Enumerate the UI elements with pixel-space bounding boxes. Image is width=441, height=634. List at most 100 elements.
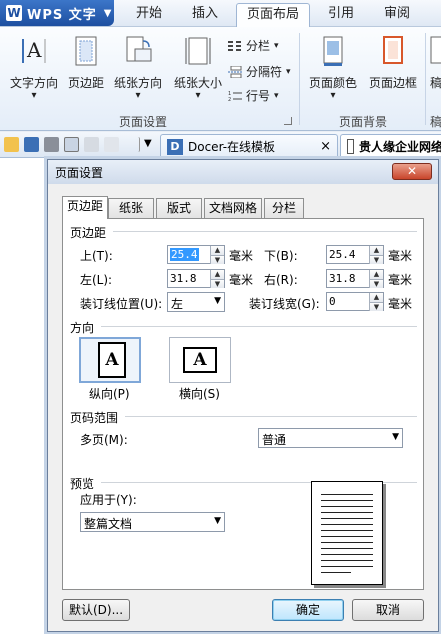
text-direction-label: 文字方向 bbox=[9, 76, 58, 90]
bottom-margin-value: 25.4 bbox=[329, 248, 356, 261]
paper-orientation-button[interactable]: 纸张方向 ▾ bbox=[110, 35, 166, 101]
svg-text:2: 2 bbox=[228, 97, 231, 102]
chevron-down-icon: ▼ bbox=[214, 296, 221, 306]
section-divider bbox=[101, 326, 417, 327]
chevron-down-icon: ▾ bbox=[195, 90, 201, 101]
customize-dropdown-icon[interactable]: ▼ bbox=[144, 138, 152, 149]
wps-app-menu-button[interactable]: W WPS 文字 ▼ bbox=[0, 0, 114, 26]
tab-references[interactable]: 引用 bbox=[316, 3, 366, 27]
tab-home[interactable]: 开始 bbox=[124, 3, 174, 27]
spin-up-icon[interactable]: ▲ bbox=[210, 270, 224, 279]
multiple-pages-select[interactable]: 普通 ▼ bbox=[258, 428, 403, 448]
open-folder-icon[interactable] bbox=[4, 137, 19, 152]
spin-down-icon[interactable]: ▼ bbox=[210, 255, 224, 264]
close-tab-icon[interactable]: × bbox=[320, 139, 331, 154]
manuscript-button[interactable]: 稿 bbox=[429, 35, 441, 91]
page-border-icon bbox=[383, 36, 403, 64]
gutter-width-input[interactable]: 0 ▲ ▼ bbox=[326, 292, 384, 311]
tab-paper[interactable]: 纸张 bbox=[108, 198, 154, 218]
tab-margins[interactable]: 页边距 bbox=[62, 196, 108, 219]
page-setup-dialog: 页面设置 ✕ 页边距 纸张 版式 文档网格 分栏 页边距 上(T): 25.4 … bbox=[47, 159, 439, 632]
toolbar-separator bbox=[130, 137, 140, 152]
preview-line bbox=[321, 536, 373, 537]
dialog-launcher-icon[interactable] bbox=[284, 117, 292, 125]
page-border-button[interactable]: 页面边框 bbox=[365, 35, 421, 91]
spin-down-icon[interactable]: ▼ bbox=[369, 255, 383, 264]
chevron-down-icon: ▼ bbox=[103, 7, 112, 19]
bottom-margin-input[interactable]: 25.4 ▲ ▼ bbox=[326, 245, 384, 264]
portrait-label: 纵向(P) bbox=[89, 387, 130, 401]
spin-up-icon[interactable]: ▲ bbox=[369, 246, 383, 255]
section-divider bbox=[113, 231, 417, 232]
margins-button[interactable]: 页边距 bbox=[66, 35, 106, 91]
apply-to-select[interactable]: 整篇文档 ▼ bbox=[80, 512, 225, 532]
preview-line bbox=[321, 542, 373, 543]
save-icon[interactable] bbox=[24, 137, 39, 152]
unit-label: 毫米 bbox=[388, 297, 413, 311]
page-range-section-title: 页码范围 bbox=[70, 411, 119, 425]
tab-doc-grid[interactable]: 文档网格 bbox=[204, 198, 262, 218]
tab-layout[interactable]: 版式 bbox=[156, 198, 202, 218]
preview-line bbox=[321, 518, 373, 519]
line-number-button[interactable]: 12 行号 ▾ bbox=[228, 87, 279, 104]
separator-button[interactable]: 分隔符 ▾ bbox=[228, 63, 291, 80]
ok-button[interactable]: 确定 bbox=[272, 599, 344, 621]
paper-orientation-label: 纸张方向 bbox=[113, 76, 162, 90]
doc-tab-active[interactable]: 贵人缘企业网络 bbox=[340, 134, 441, 158]
spin-down-icon[interactable]: ▼ bbox=[369, 302, 383, 311]
landscape-option[interactable]: A bbox=[169, 337, 231, 383]
spin-down-icon[interactable]: ▼ bbox=[369, 279, 383, 288]
apply-to-label: 应用于(Y): bbox=[80, 493, 137, 507]
top-margin-label: 上(T): bbox=[80, 249, 113, 263]
preview-line bbox=[321, 506, 373, 507]
print-preview-icon[interactable] bbox=[64, 137, 79, 152]
chevron-down-icon: ▼ bbox=[392, 432, 399, 442]
separator-label: 分隔符 bbox=[246, 65, 283, 79]
gutter-width-label: 装订线宽(G): bbox=[249, 297, 320, 311]
portrait-option[interactable]: A bbox=[79, 337, 141, 383]
text-direction-icon: A bbox=[22, 38, 46, 63]
multiple-pages-value: 普通 bbox=[262, 433, 287, 447]
spin-up-icon[interactable]: ▲ bbox=[369, 270, 383, 279]
undo-icon[interactable] bbox=[84, 137, 99, 152]
page-color-button[interactable]: 页面颜色 ▾ bbox=[305, 35, 361, 101]
tab-columns[interactable]: 分栏 bbox=[264, 198, 304, 218]
spin-up-icon[interactable]: ▲ bbox=[210, 246, 224, 255]
preview-line bbox=[321, 524, 373, 525]
columns-button[interactable]: 分栏 ▾ bbox=[228, 37, 279, 54]
landscape-label: 横向(S) bbox=[179, 387, 220, 401]
preview-line bbox=[321, 530, 373, 531]
portrait-page-icon: A bbox=[98, 342, 126, 378]
spin-up-icon[interactable]: ▲ bbox=[369, 293, 383, 302]
paper-size-button[interactable]: 纸张大小 ▾ bbox=[170, 35, 226, 101]
default-button[interactable]: 默认(D)... bbox=[62, 599, 130, 621]
apply-to-value: 整篇文档 bbox=[84, 517, 133, 531]
doc-tab-docer[interactable]: D Docer-在线模板 × bbox=[160, 134, 338, 158]
unit-label: 毫米 bbox=[388, 249, 413, 263]
top-margin-input[interactable]: 25.4 ▲ ▼ bbox=[167, 245, 225, 264]
preview-section-title: 预览 bbox=[70, 477, 95, 491]
right-margin-input[interactable]: 31.8 ▲ ▼ bbox=[326, 269, 384, 288]
gutter-position-select[interactable]: 左 ▼ bbox=[167, 292, 225, 312]
columns-icon bbox=[228, 40, 241, 51]
wps-logo-icon: W bbox=[6, 5, 22, 21]
page-border-label: 页面边框 bbox=[368, 76, 417, 90]
chevron-down-icon: ▾ bbox=[274, 40, 279, 51]
paper-size-icon bbox=[185, 37, 211, 65]
cancel-button[interactable]: 取消 bbox=[352, 599, 424, 621]
text-direction-button[interactable]: A 文字方向 ▾ bbox=[6, 35, 62, 101]
app-brand-label: WPS 文字 bbox=[27, 7, 97, 23]
print-icon[interactable] bbox=[44, 137, 59, 152]
line-number-icon: 12 bbox=[228, 91, 242, 102]
spin-down-icon[interactable]: ▼ bbox=[210, 279, 224, 288]
ribbon: A 文字方向 ▾ 页边距 纸张方向 ▾ 纸张大小 ▾ 分栏 ▾ 分隔符 ▾ 1 … bbox=[0, 27, 441, 131]
left-margin-input[interactable]: 31.8 ▲ ▼ bbox=[167, 269, 225, 288]
tab-review[interactable]: 审阅 bbox=[372, 3, 422, 27]
close-icon[interactable]: ✕ bbox=[392, 163, 432, 180]
group-divider bbox=[299, 33, 300, 125]
tab-page-layout[interactable]: 页面布局 bbox=[236, 3, 310, 28]
gutter-position-value: 左 bbox=[171, 297, 184, 311]
tab-insert[interactable]: 插入 bbox=[180, 3, 230, 27]
preview-line bbox=[321, 500, 373, 501]
redo-icon[interactable] bbox=[104, 137, 119, 152]
